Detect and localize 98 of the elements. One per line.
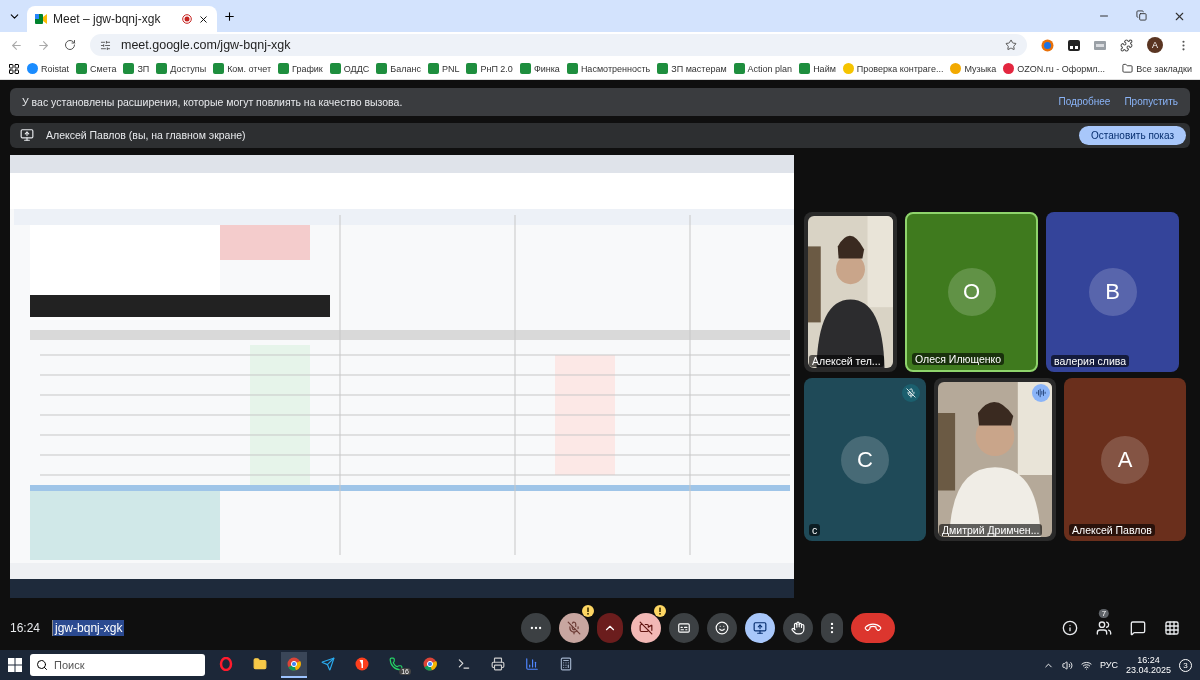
bookmark-link[interactable]: Баланс	[376, 63, 421, 74]
bookmark-link[interactable]: ОДДС	[329, 63, 370, 74]
camera-button[interactable]	[631, 613, 662, 644]
apps-icon[interactable]	[8, 62, 20, 75]
participant-name: Алексей Павлов	[1069, 524, 1155, 537]
participant-name: валерия слива	[1051, 355, 1130, 368]
reload-icon[interactable]	[64, 39, 76, 51]
bar-chart-icon	[525, 657, 539, 671]
clock-time: 16:24	[1137, 655, 1160, 665]
avatar-initial: С	[841, 436, 889, 484]
bookmark-link[interactable]: Найм	[799, 63, 836, 74]
banner-text: У вас установлены расширения, которые могут повлиять на качество вызова.	[22, 95, 404, 108]
bookmark-link[interactable]: Финка	[519, 63, 560, 74]
presenter-text: Алексей Павлов (вы, на главном экране)	[46, 129, 247, 142]
search-field[interactable]: Поиск	[30, 654, 205, 676]
info-icon	[1062, 620, 1078, 637]
participant-name: с	[809, 524, 821, 537]
bookmark-link[interactable]: Проверка контраге...	[842, 63, 944, 74]
grid-icon	[1164, 620, 1180, 637]
camera-off-icon	[639, 621, 654, 636]
banner-link[interactable]: Пропустить	[1124, 96, 1178, 108]
bookmark-link[interactable]: Ком. отчет	[213, 63, 271, 74]
all-bookmarks-link[interactable]: Все закладки	[1122, 63, 1192, 74]
bookmark-link[interactable]: Музыка	[950, 63, 997, 74]
restore-icon[interactable]	[1136, 9, 1147, 21]
emoji-button[interactable]	[707, 613, 738, 644]
profile-avatar[interactable]: A	[1147, 37, 1163, 53]
bookmark-link[interactable]: Roistat	[27, 63, 69, 74]
microphone-button[interactable]	[559, 613, 590, 644]
extension-icon[interactable]	[1068, 39, 1080, 51]
url-text: meet.google.com/jgw-bqnj-xgk	[121, 38, 292, 52]
meeting-code: jgw-bqnj-xgk	[52, 620, 125, 637]
video-camera-icon	[35, 14, 47, 24]
chat-button[interactable]	[1130, 620, 1146, 637]
bookmark-link[interactable]: График	[278, 63, 323, 74]
screen-share-icon	[753, 621, 768, 636]
avatar-initial: В	[1088, 268, 1137, 317]
participant-name: Алексей тел...	[809, 355, 884, 368]
phone-icon	[389, 657, 403, 671]
new-tab-icon[interactable]	[223, 9, 236, 23]
participant-name: Дмитрий Дримчен...	[939, 524, 1043, 537]
presenting-icon	[20, 128, 34, 143]
mic-off-icon	[567, 621, 582, 636]
mic-off-icon	[906, 388, 916, 399]
volume-icon[interactable]	[1061, 659, 1073, 671]
chrome-icon	[423, 657, 437, 671]
ring-icon	[219, 657, 233, 671]
printer-icon	[491, 657, 505, 671]
chat-icon	[1130, 620, 1146, 637]
paper-plane-icon	[321, 657, 335, 671]
terminal-icon	[457, 657, 471, 671]
browser-tab[interactable]: Meet – jgw-bqnj-xgk	[27, 6, 217, 32]
audio-lines-icon	[1036, 388, 1046, 399]
options-button[interactable]	[597, 613, 624, 644]
avatar-initial: О	[947, 268, 996, 317]
banner-link[interactable]: Подробнее	[1058, 96, 1111, 108]
folder-icon	[1122, 63, 1134, 74]
bookmark-link[interactable]: ЗП	[123, 63, 150, 74]
menu-button[interactable]	[821, 613, 844, 644]
activities-button[interactable]	[1164, 620, 1180, 637]
language-indicator[interactable]: РУС	[1099, 660, 1118, 670]
bookmark-link[interactable]: Насмотренность	[566, 63, 651, 74]
people-icon	[1096, 620, 1112, 637]
clock-date: 23.04.2025	[1125, 665, 1171, 675]
hand-icon	[791, 621, 806, 636]
bookmark-link[interactable]: OZON.ru - Оформл...	[1003, 63, 1106, 74]
tab-title: Meet – jgw-bqnj-xgk	[53, 12, 162, 26]
folder-icon	[253, 657, 267, 671]
close-icon[interactable]	[198, 13, 209, 25]
meeting-time: 16:24	[10, 621, 41, 636]
address-bar[interactable]: meet.google.com/jgw-bqnj-xgk	[90, 34, 1027, 56]
chrome-icon	[287, 657, 301, 671]
present-button[interactable]	[745, 613, 776, 644]
bookmark-link[interactable]: Action plan	[733, 63, 793, 74]
bookmark-link[interactable]: РнП 2.0	[466, 63, 513, 74]
bookmark-link[interactable]: ЗП мастерам	[657, 63, 727, 74]
people-count: 7	[1098, 609, 1110, 619]
captions-button[interactable]	[669, 613, 700, 644]
captions-icon	[677, 621, 692, 636]
raise-hand-button[interactable]	[783, 613, 814, 644]
start-icon[interactable]	[8, 658, 22, 672]
bookmark-link[interactable]: PNL	[427, 63, 460, 74]
info-button[interactable]	[1062, 620, 1078, 637]
network-icon[interactable]	[1080, 659, 1092, 671]
hang-up-button[interactable]	[851, 613, 896, 644]
smiley-icon	[715, 621, 730, 636]
taskbar-app[interactable]	[281, 652, 307, 678]
extensions-icon[interactable]	[1120, 38, 1133, 52]
search-icon	[36, 659, 48, 671]
bookmark-link[interactable]: Смета	[76, 63, 117, 74]
participant-name: Олеся Илющенко	[912, 353, 1005, 366]
circle-icon	[355, 657, 369, 671]
calculator-icon	[559, 657, 573, 671]
stop-sharing-button[interactable]: Остановить показ	[1079, 125, 1186, 145]
avatar-initial: А	[1101, 436, 1149, 484]
star-icon[interactable]	[1005, 39, 1017, 51]
bookmark-link[interactable]: Доступы	[156, 63, 207, 74]
site-settings-icon[interactable]	[100, 39, 111, 51]
